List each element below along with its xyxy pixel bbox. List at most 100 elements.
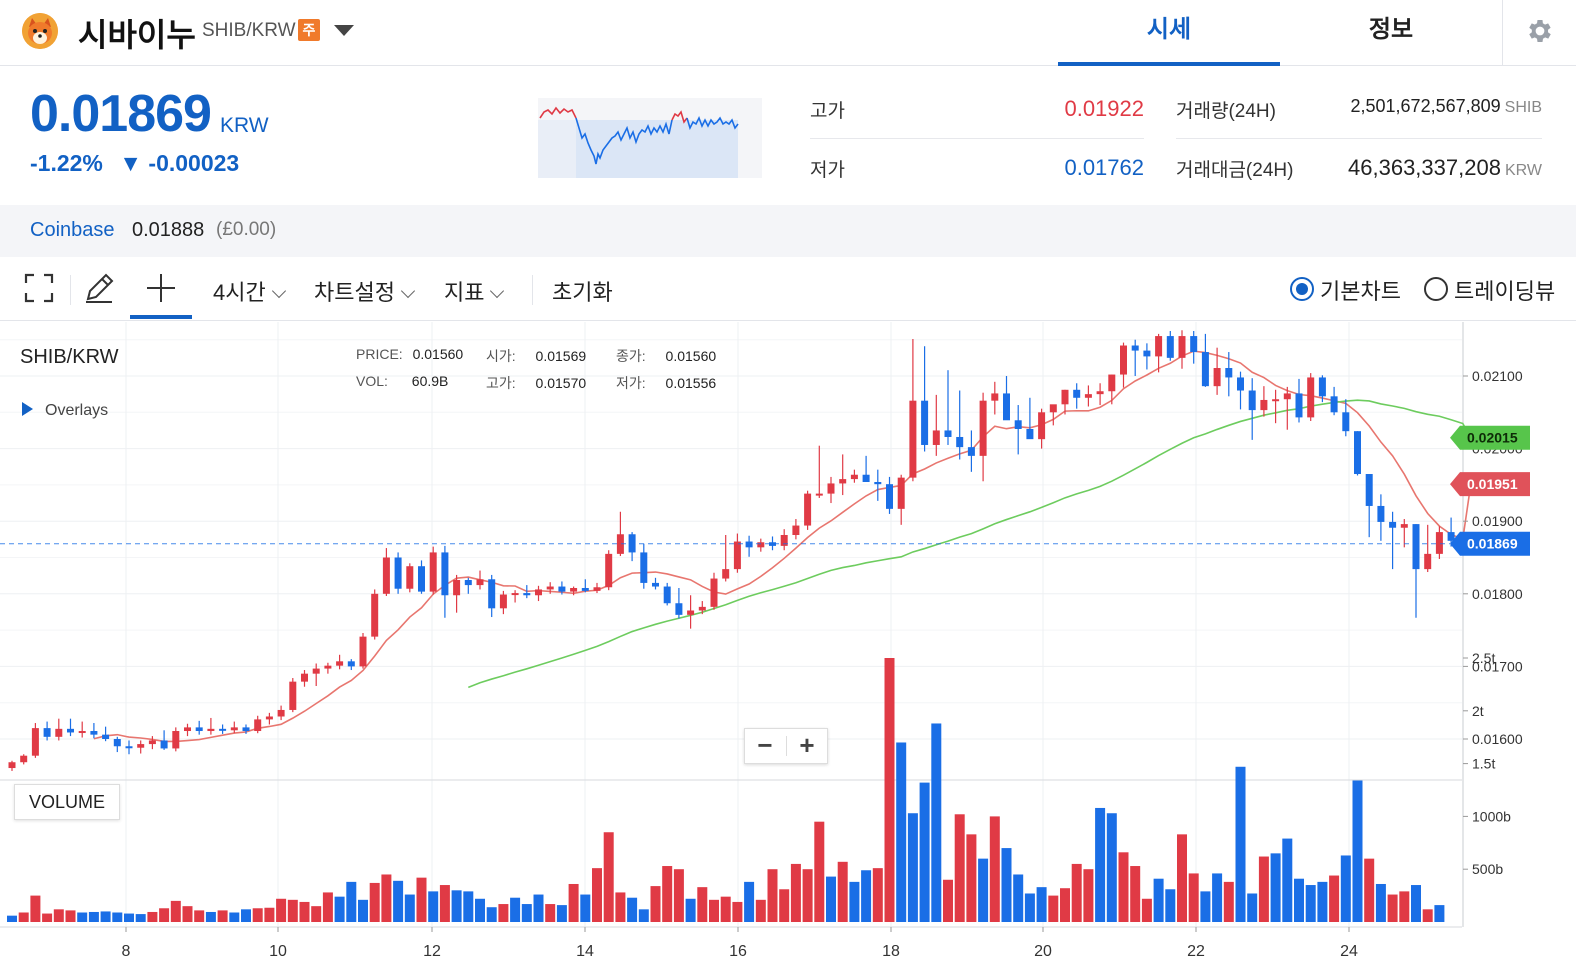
candle-body <box>1014 420 1022 429</box>
candle-body <box>687 610 695 615</box>
coinbase-price: 0.01888 <box>132 219 205 241</box>
x-tick-label: 18 <box>882 943 900 960</box>
volume-bar <box>1048 895 1059 922</box>
volume-bar <box>439 885 450 922</box>
volume-bar <box>1434 905 1445 922</box>
volume-bar <box>53 909 64 922</box>
indicators-menu[interactable]: 지표 <box>444 275 505 307</box>
amount-label: 거래대금(24H) <box>1176 160 1294 181</box>
candle-body <box>1283 393 1291 400</box>
volume-bar <box>545 904 556 922</box>
crosshair-icon[interactable] <box>144 271 178 305</box>
volume-bar <box>1399 891 1410 922</box>
volume-bar <box>732 901 743 922</box>
ohlc-readout: 저가: 0.01556 <box>616 373 716 393</box>
volume-bar <box>533 894 544 922</box>
volume-bar <box>393 880 404 922</box>
amount-number: 46,363,337,208 <box>1348 155 1501 180</box>
candle-body <box>148 740 156 745</box>
volume-number: 2,501,672,567,809 <box>1350 96 1501 116</box>
volume-bar <box>1387 894 1398 922</box>
chevron-down-icon[interactable] <box>333 24 355 38</box>
pencil-icon[interactable] <box>82 271 116 305</box>
fullscreen-icon[interactable] <box>22 271 56 305</box>
candle-body <box>1365 474 1373 506</box>
current-price: 0.01869 <box>30 85 212 143</box>
crosshair-active-indicator <box>130 315 192 319</box>
interval-select[interactable]: 4시간 <box>213 275 286 307</box>
volume-bar <box>603 832 614 922</box>
market-pair: SHIB/KRW <box>202 20 296 41</box>
volume-bar <box>837 861 848 922</box>
volume-bar <box>1188 873 1199 922</box>
volume-bar <box>966 834 977 922</box>
volume-bar <box>755 899 766 922</box>
candle-body <box>324 665 332 669</box>
volume-tick-label: 2t <box>1472 703 1484 719</box>
chevron-down-icon <box>271 283 286 299</box>
candle-body <box>488 579 496 609</box>
price-unit: KRW <box>220 114 269 137</box>
volume-bar <box>1352 780 1363 922</box>
settings-button[interactable] <box>1502 0 1576 66</box>
candle-body <box>277 709 285 717</box>
volume-pane-label: VOLUME <box>14 784 120 820</box>
candle-body <box>301 673 308 682</box>
basic-chart-radio[interactable] <box>1290 277 1314 301</box>
volume-bar <box>919 782 930 922</box>
tab-quote[interactable]: 시세 <box>1058 0 1280 66</box>
price-chart[interactable]: 0.021000.020000.019000.018000.017000.016… <box>0 322 1576 980</box>
coinbase-label[interactable]: Coinbase <box>30 219 115 242</box>
caution-badge: 주 <box>298 19 320 41</box>
price-marker-label: 0.01951 <box>1467 476 1518 492</box>
reference-price-bar: Coinbase 0.01888 (£0.00) <box>0 205 1576 257</box>
candle-body <box>359 636 367 667</box>
candle-body <box>546 586 554 590</box>
tradingview-label[interactable]: 트레이딩뷰 <box>1454 274 1555 306</box>
volume-tick-label: 1.5t <box>1472 756 1495 772</box>
zoom-out-button[interactable]: − <box>745 729 785 763</box>
change-amount: -0.00023 <box>148 150 240 176</box>
overlays-toggle[interactable]: Overlays <box>22 402 108 420</box>
candle-body <box>1096 391 1104 395</box>
tradingview-radio[interactable] <box>1424 277 1448 301</box>
candlestick-chart-canvas[interactable]: 0.021000.020000.019000.018000.017000.016… <box>0 322 1576 980</box>
candle-body <box>1049 404 1057 413</box>
volume-bar <box>884 658 895 922</box>
tab-info[interactable]: 정보 <box>1280 0 1502 66</box>
volume-bar <box>1083 869 1094 922</box>
candle-body <box>675 603 683 615</box>
price-change: -1.22% ▼ -0.00023 <box>30 150 239 177</box>
volume-bar <box>1071 863 1082 922</box>
mini-price-chart <box>538 98 762 178</box>
ohlc-high: 0.01570 <box>535 375 587 391</box>
volume-bar <box>779 889 790 922</box>
reset-button[interactable]: 초기화 <box>552 275 613 307</box>
basic-chart-label[interactable]: 기본차트 <box>1320 274 1401 306</box>
volume-bar <box>381 874 392 922</box>
candle-body <box>1272 399 1280 402</box>
candle-body <box>511 593 519 596</box>
y-tick-label: 0.01600 <box>1472 731 1523 747</box>
volume-bar <box>428 891 439 922</box>
ohlc-readout: 종가: 0.01560 <box>616 346 716 366</box>
volume-bar <box>1024 893 1035 922</box>
candle-body <box>979 400 987 456</box>
volume-bar <box>592 868 602 922</box>
candle-body <box>78 731 86 734</box>
gear-icon <box>1529 20 1551 42</box>
volume-bar <box>1329 875 1340 922</box>
chart-settings-menu[interactable]: 차트설정 <box>314 275 416 307</box>
volume-bar <box>978 858 989 922</box>
candle-body <box>90 731 98 735</box>
volume-bar <box>287 899 298 922</box>
zoom-in-button[interactable]: + <box>787 729 827 763</box>
candle-body <box>593 587 601 591</box>
volume-bar <box>65 910 76 922</box>
candle-body <box>1342 412 1350 432</box>
candle-body <box>967 447 975 456</box>
candle-body <box>1330 396 1338 413</box>
candle-body <box>1084 394 1092 398</box>
volume-bar <box>1212 873 1223 922</box>
volume-bar <box>1153 878 1164 922</box>
